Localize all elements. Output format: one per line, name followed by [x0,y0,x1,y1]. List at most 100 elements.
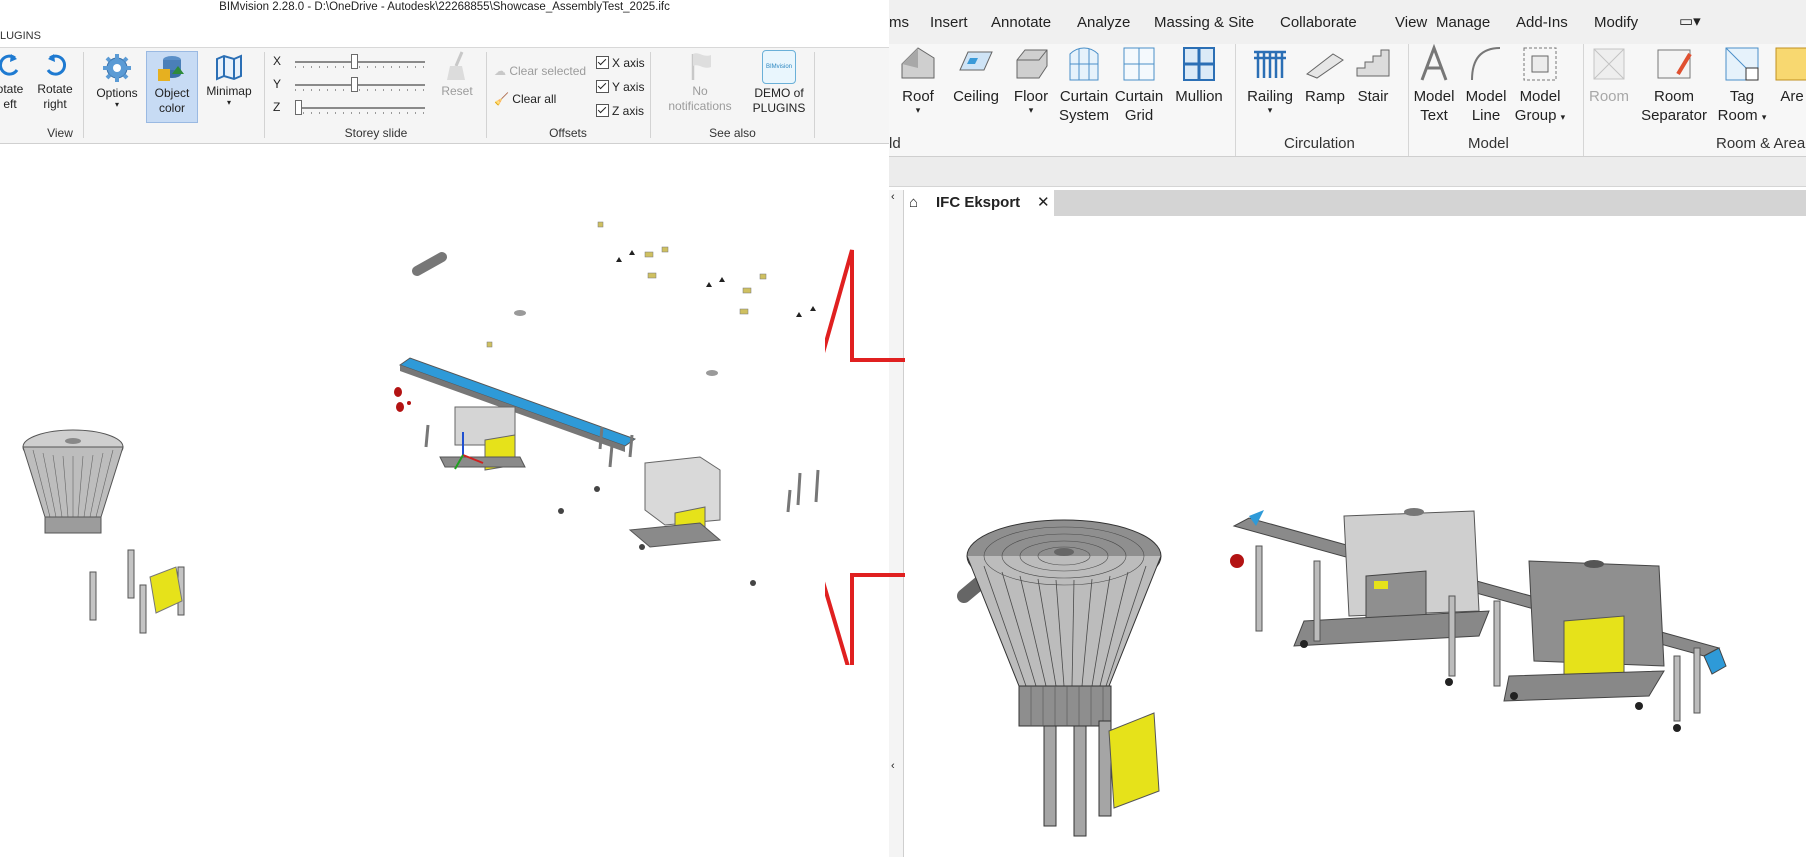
clear-all-button[interactable]: 🧹 Clear all [494,92,556,106]
conveyor-line[interactable] [1230,508,1727,732]
checkbox-checked[interactable] [596,104,609,117]
dropdown-caret-icon: ▾ [1028,105,1034,115]
minimap-button[interactable]: Minimap ▾ [202,52,256,107]
collapse-arrow-icon[interactable]: ‹ [891,760,895,772]
pipe-segment[interactable] [412,252,447,276]
gear-icon [103,54,131,82]
ramp-icon [1305,53,1344,79]
tab-add-ins[interactable]: Add-Ins [1516,14,1568,31]
slider-y-thumb[interactable] [351,77,359,92]
area-label: Are [1780,88,1804,105]
demo-plugins-label: DEMO of PLUGINS [752,86,806,115]
clear-selected-label: Clear selected [509,64,587,78]
model-group-button[interactable]: Model Group ▾ [1513,44,1567,127]
ceiling-button[interactable]: Ceiling [946,44,1006,106]
model-text-icon [1420,44,1448,81]
tab-plugins[interactable]: LUGINS [0,30,41,42]
model-text-button[interactable]: Model Text [1411,44,1457,125]
revit-3d-view[interactable] [904,216,1806,857]
collapse-arrow-icon[interactable]: ‹ [891,191,895,203]
rotate-left-button[interactable]: otate eft [0,52,26,112]
slider-z[interactable]: Z [273,100,433,116]
machine-2[interactable] [628,456,722,548]
y-axis-checkbox[interactable]: Y axis [596,80,644,94]
tab-systems[interactable]: ms [889,14,909,31]
curtain-system-button[interactable]: Curtain System [1056,44,1112,125]
slider-x[interactable]: X [273,54,433,70]
close-icon[interactable]: ✕ [1037,190,1050,216]
room-button[interactable]: Room [1586,44,1632,106]
tab-manage[interactable]: Manage [1436,14,1490,31]
stair-button[interactable]: Stair [1351,44,1395,106]
notifications-button[interactable]: No notifications [658,50,742,114]
model-line-label: Model Line [1465,88,1507,124]
checkbox-checked[interactable] [596,56,609,69]
tab-insert[interactable]: Insert [930,14,968,31]
railing-label: Railing [1247,88,1293,105]
rotate-right-button[interactable]: Rotate right [34,52,76,112]
curtain-grid-icon [1123,47,1155,81]
slider-ticks [295,89,425,91]
curtain-system-icon [1069,47,1099,81]
conveyor-1[interactable] [398,357,637,471]
ceiling-icon [959,51,993,71]
reset-button[interactable]: Reset [438,50,476,99]
silo-control-box[interactable] [149,566,183,614]
model-line-button[interactable]: Model Line [1461,44,1511,125]
slider-y[interactable]: Y [273,77,433,93]
room-separator-button[interactable]: Room Separator [1634,44,1714,125]
options-button[interactable]: Options ▾ [92,52,142,109]
tab-modify[interactable]: Modify [1594,14,1638,31]
tag-room-button[interactable]: Tag Room ▾ [1715,44,1769,127]
quick-access-icon[interactable]: ▭▾ [1679,12,1701,30]
model-group-section-label: Model [1468,135,1509,152]
slider-y-label: Y [273,77,282,91]
tab-annotate[interactable]: Annotate [991,14,1051,31]
roof-button[interactable]: Roof ▾ [894,44,942,115]
bimvision-logo: BIMvision [762,50,796,84]
view-tab-ifc-eksport[interactable]: ⌂ IFC Eksport ✕ [904,190,1054,216]
clear-all-label: Clear all [512,92,557,106]
floor-label: Floor [1013,88,1049,105]
slider-x-thumb[interactable] [351,54,359,69]
cloud-icon: ☁ [494,64,506,78]
silo-model[interactable] [957,519,1162,837]
silo-model[interactable] [22,429,124,534]
ramp-label: Ramp [1304,88,1345,105]
tab-collaborate[interactable]: Collaborate [1280,14,1357,31]
room-label: Room [1588,88,1629,105]
bimvision-3d-viewport[interactable] [0,145,889,857]
railing-icon [1254,50,1286,78]
ribbon-tabs: ms Insert Annotate Analyze Massing & Sit… [889,0,1806,44]
railing-button[interactable]: Railing ▾ [1242,44,1298,115]
mullion-button[interactable]: Mullion [1169,44,1229,106]
ramp-button[interactable]: Ramp [1301,44,1349,106]
curtain-grid-label: Curtain Grid [1114,88,1164,124]
x-axis-checkbox[interactable]: X axis [596,56,645,70]
broom-icon: 🧹 [494,92,509,106]
rotate-right-label: Rotate right [37,82,73,111]
slider-z-thumb[interactable] [295,100,302,115]
options-label: Options [96,86,138,100]
red-callout-arrow [825,249,905,665]
area-button[interactable]: Are [1772,44,1806,106]
demo-plugins-button[interactable]: BIMvision DEMO of PLUGINS [748,50,810,116]
floor-icon [1016,49,1048,79]
object-color-button[interactable]: Object color [146,51,198,123]
floor-button[interactable]: Floor ▾ [1008,44,1054,115]
curtain-grid-button[interactable]: Curtain Grid [1113,44,1165,125]
offsets-group-label: Offsets [549,126,587,140]
clear-selected-button[interactable]: ☁ Clear selected [494,64,586,78]
separator [486,52,487,138]
dropdown-caret-icon: ▾ [1761,112,1767,122]
broom-icon [447,51,465,80]
scattered-parts[interactable] [394,221,820,586]
tab-massing-site[interactable]: Massing & Site [1154,14,1254,31]
tab-analyze[interactable]: Analyze [1077,14,1130,31]
slider-track [295,61,425,63]
checkbox-checked[interactable] [596,80,609,93]
tab-view[interactable]: View [1395,14,1427,31]
z-axis-checkbox[interactable]: Z axis [596,104,644,118]
flag-icon [691,53,711,80]
dropdown-caret-icon: ▾ [114,100,119,109]
